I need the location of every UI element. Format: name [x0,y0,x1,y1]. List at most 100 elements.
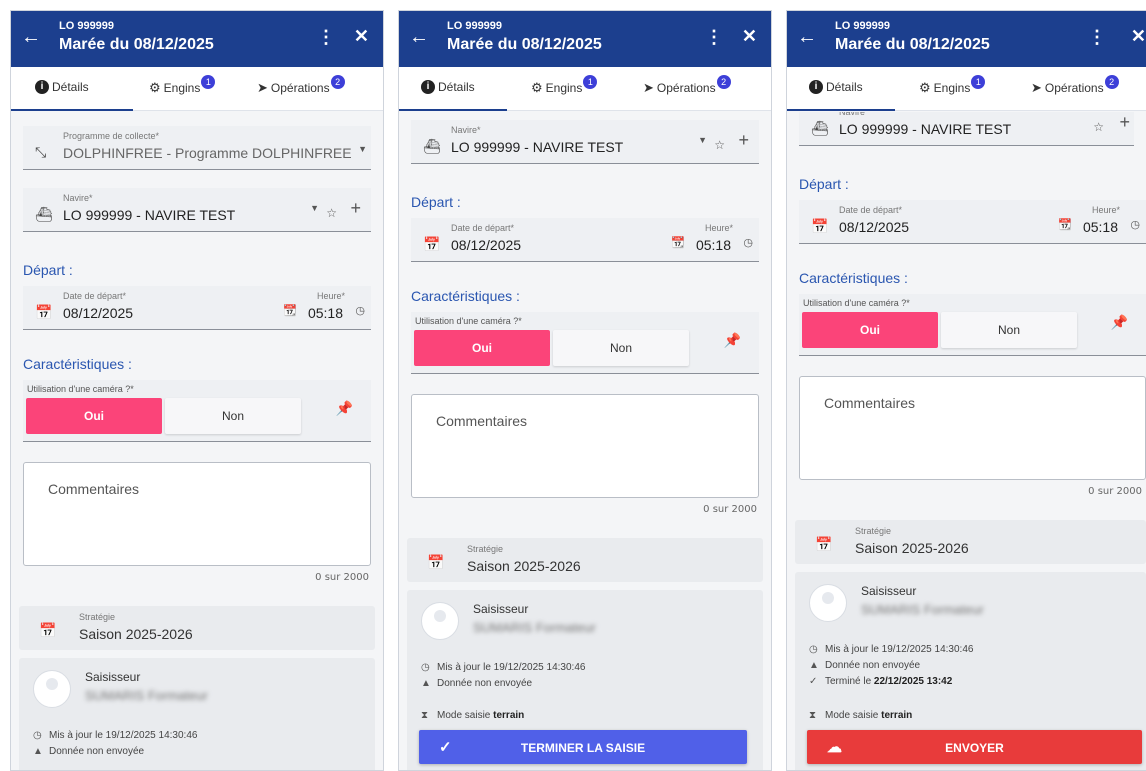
vessel-value: LO 999999 - NAVIRE TEST [839,121,1012,137]
camera-no-button[interactable]: Non [165,398,301,434]
departure-date-field[interactable]: 📅 Date de départ* 08/12/2025 Heure* 📆 05… [411,218,759,262]
calendar-small-icon[interactable]: 📆 [283,304,297,317]
screen-details-top: ← LO 999999 Marée du 08/12/2025 ⋮ ✕ i Dé… [10,10,384,771]
clock-icon: ◷ [809,644,818,655]
tab-operations-label: Opérations [270,81,330,95]
back-arrow-icon[interactable]: ← [409,27,429,47]
info-icon: i [421,80,435,94]
app-header: ← LO 999999 Marée du 08/12/2025 ⋮ ✕ [11,11,383,67]
strategy-value: Saison 2025-2026 [467,558,581,574]
tab-operations-label: Opérations [656,81,716,95]
tab-operations-badge: 2 [1104,75,1119,89]
camera-yes-button[interactable]: Oui [26,398,162,434]
clock-icon[interactable]: ◷ [743,236,753,249]
strategy-label: Stratégie [855,526,892,536]
vessel-value: LO 999999 - NAVIRE TEST [63,207,236,223]
more-vert-icon[interactable]: ⋮ [705,27,723,48]
tab-details-label: Détails [438,80,475,94]
time-value: 05:18 [1082,219,1118,235]
send-button[interactable]: ☁ ENVOYER [807,730,1142,764]
dropdown-arrow-icon[interactable]: ▼ [358,144,367,154]
close-icon[interactable]: ✕ [742,26,757,47]
camera-no-button[interactable]: Non [941,312,1077,348]
vessel-label: Navire* [63,193,93,203]
add-icon[interactable]: + [350,198,361,219]
tab-engins[interactable]: ⚙ Engins 1 [149,75,216,96]
more-vert-icon[interactable]: ⋮ [1088,27,1106,48]
app-header: ← LO 999999 Marée du 08/12/2025 ⋮ ✕ [787,11,1146,67]
date-value: 08/12/2025 [451,237,522,253]
camera-yes-button[interactable]: Oui [414,330,550,366]
tab-engins-badge: 1 [583,75,598,89]
clock-icon[interactable]: ◷ [355,304,365,317]
comments-counter: 0 sur 2000 [1088,486,1142,497]
camera-toggle: Utilisation d'une caméra ?* Oui Non 📌 [799,294,1146,356]
screen-details-send: ← LO 999999 Marée du 08/12/2025 ⋮ ✕ i Dé… [786,10,1146,771]
back-arrow-icon[interactable]: ← [21,27,41,47]
time-value: 05:18 [695,237,731,253]
entry-mode-line: ⧗ Mode saisie terrain [809,710,913,721]
star-icon[interactable]: ☆ [1093,120,1104,134]
close-icon[interactable]: ✕ [354,26,369,47]
strategy-value: Saison 2025-2026 [855,540,969,556]
vessel-field[interactable]: ⛴ Navire* LO 999999 - NAVIRE TEST ▼ ☆ + [23,188,371,232]
entry-info-card: Saisisseur SUMARIS Formateur ◷ Mis à jour… [19,658,375,770]
vessel-value: LO 999999 - NAVIRE TEST [451,139,624,155]
vessel-field[interactable]: ⛴ Navire* LO 999999 - NAVIRE TEST ☆ + [799,112,1134,146]
finish-entry-label: TERMINER LA SAISIE [520,741,646,755]
add-icon[interactable]: + [1119,112,1130,133]
star-icon[interactable]: ☆ [326,206,337,220]
info-icon: i [809,80,823,94]
finish-entry-button[interactable]: ✓ TERMINER LA SAISIE [419,730,747,764]
not-sent-line: ▲ Donnée non envoyée [421,678,533,689]
departure-date-field[interactable]: 📅 Date de départ* 08/12/2025 Heure* 📆 05… [799,200,1146,244]
add-icon[interactable]: + [738,130,749,151]
back-arrow-icon[interactable]: ← [797,27,817,47]
tab-operations[interactable]: ➤ Opérations 2 [257,75,345,96]
comments-textarea[interactable]: Commentaires [411,394,759,498]
dropdown-arrow-icon[interactable]: ▼ [698,135,707,145]
more-vert-icon[interactable]: ⋮ [317,27,335,48]
tab-engins-label: Engins [545,81,583,95]
dropdown-arrow-icon[interactable]: ▼ [310,203,319,213]
camera-no-button[interactable]: Non [553,330,689,366]
pin-icon[interactable]: 📌 [336,400,353,417]
updated-line: ◷ Mis à jour le 19/12/2025 14:30:46 [421,662,586,673]
clock-icon: ◷ [421,662,430,673]
ship-icon: ⛴ [811,120,829,136]
pin-icon[interactable]: 📌 [724,332,741,349]
tab-engins[interactable]: ⚙ Engins 1 [919,75,986,96]
tab-operations[interactable]: ➤ Opérations 2 [1031,75,1119,96]
finished-line: ✓ Terminé le 22/12/2025 13:42 [809,676,953,687]
tab-engins-badge: 1 [971,75,986,89]
vessel-code: LO 999999 [59,20,115,32]
tab-details[interactable]: i Détails [35,80,89,94]
star-icon[interactable]: ☆ [714,138,725,152]
camera-label: Utilisation d'une caméra ?* [415,316,522,326]
comments-textarea[interactable]: Commentaires [799,376,1146,480]
comments-textarea[interactable]: Commentaires [23,462,371,566]
clock-icon[interactable]: ◷ [1130,218,1140,231]
program-field[interactable]: ⤡ Programme de collecte* DOLPHINFREE - P… [23,126,371,170]
strategy-value: Saison 2025-2026 [79,626,193,642]
not-sent-line: ▲ Donnée non envoyée [33,746,145,757]
calendar-small-icon[interactable]: 📆 [671,236,685,249]
active-tab-indicator [399,109,507,111]
warning-icon: ▲ [809,660,819,671]
screen-details-finish: ← LO 999999 Marée du 08/12/2025 ⋮ ✕ i Dé… [398,10,772,771]
vessel-field[interactable]: ⛴ Navire* LO 999999 - NAVIRE TEST ▼ ☆ + [411,120,759,164]
entry-info-card: Saisisseur SUMARIS Formateur ◷ Mis à jour… [795,572,1146,770]
calendar-icon: 📅 [427,554,445,570]
tab-operations[interactable]: ➤ Opérations 2 [643,75,731,96]
vessel-code: LO 999999 [447,20,503,32]
vessel-label: Navire* [451,125,481,135]
calendar-small-icon[interactable]: 📆 [1058,218,1072,231]
tab-engins[interactable]: ⚙ Engins 1 [531,75,598,96]
pin-icon[interactable]: 📌 [1111,314,1128,331]
tab-details[interactable]: i Détails [421,80,475,94]
departure-date-field[interactable]: 📅 Date de départ* 08/12/2025 Heure* 📆 05… [23,286,371,330]
close-icon[interactable]: ✕ [1131,26,1146,47]
author-label: Saisisseur [473,602,529,616]
tab-details[interactable]: i Détails [809,80,863,94]
camera-yes-button[interactable]: Oui [802,312,938,348]
